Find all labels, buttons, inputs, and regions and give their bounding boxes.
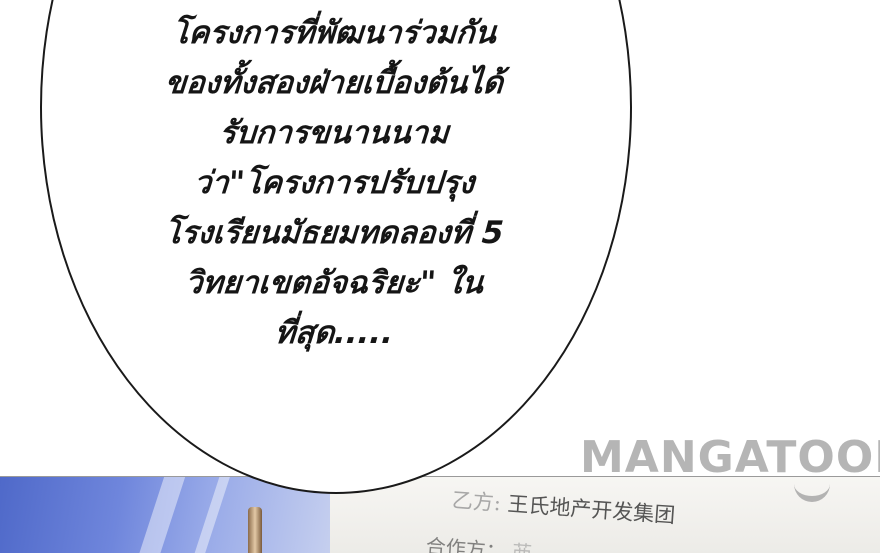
- watermark-logo: MANGATOON: [580, 432, 880, 483]
- bubble-line: โครงการที่พัฒนาร่วมกัน: [170, 15, 498, 51]
- light-streak: [133, 477, 187, 553]
- bubble-line: รับการขนานนาม: [218, 115, 450, 151]
- window-post: [248, 507, 262, 553]
- bubble-line: ของทั้งสองฝ่ายเบื้องต้นได้: [163, 65, 505, 101]
- manga-panel: 乙方: 王氏地产开发集团 合作方： 䒼 โครงการที่พัฒนาร่วมก…: [0, 0, 880, 553]
- speech-bubble-text: โครงการที่พัฒนาร่วมกัน ของทั้งสองฝ่ายเบื…: [40, 0, 628, 358]
- light-streak: [188, 477, 232, 553]
- contract-value: 䒼: [511, 540, 533, 553]
- bubble-line: วิทยาเขตอัจฉริยะ" ใน: [183, 265, 485, 301]
- contract-label: 合作方：: [425, 534, 507, 553]
- bubble-line: ว่า"โครงการปรับปรุง: [192, 165, 476, 201]
- bubble-line: โรงเรียนมัธยมทดลองที่ 5: [163, 215, 505, 251]
- contract-label: 乙方:: [451, 488, 502, 516]
- bubble-line: ที่สุด.....: [273, 315, 395, 351]
